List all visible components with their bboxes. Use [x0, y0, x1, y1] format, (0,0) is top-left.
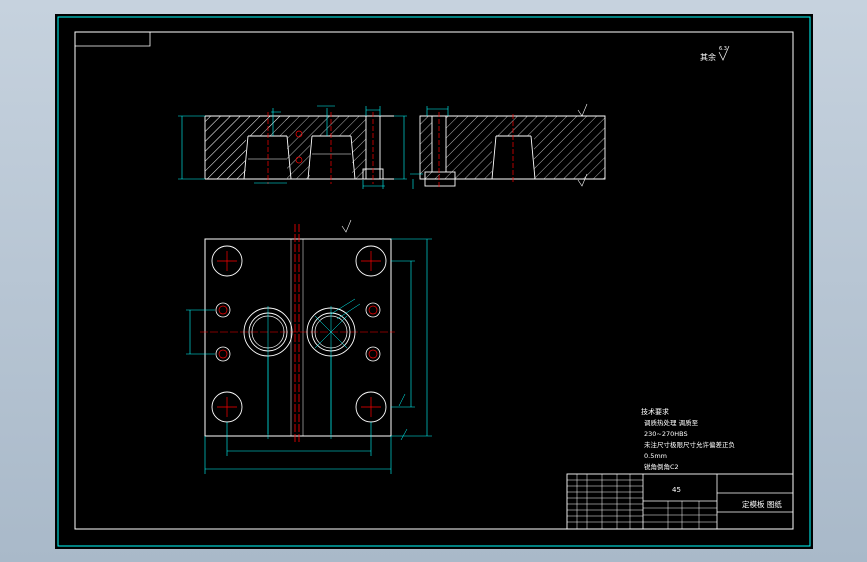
drawing-canvas: 其余 6.3 技术要求 调质热处理 调质至 230~270HBS 未注尺寸极限尺… — [57, 16, 811, 547]
screw-hole-1 — [215, 302, 231, 318]
tech-req-line-2: 230~270HBS — [644, 430, 688, 438]
guide-hole-tr — [355, 245, 387, 277]
plan-view — [186, 219, 432, 474]
tech-req-line-1: 调质热处理 调质至 — [644, 418, 699, 427]
tech-req-line-4: 0.5mm — [644, 452, 667, 460]
title-block-material: 45 — [672, 486, 681, 494]
screw-hole-3 — [365, 302, 381, 318]
technical-requirements: 技术要求 调质热处理 调质至 230~270HBS 未注尺寸极限尺寸允许偏差正负… — [641, 407, 735, 471]
tech-req-title: 技术要求 — [641, 407, 669, 416]
guide-hole-bl — [211, 391, 243, 423]
screw-hole-4 — [365, 346, 381, 362]
guide-hole-br — [355, 391, 387, 423]
drawing-sheet[interactable]: 其余 6.3 技术要求 调质热处理 调质至 230~270HBS 未注尺寸极限尺… — [55, 14, 813, 549]
roughness-note: 其余 6.3 — [700, 45, 730, 62]
roughness-note-value: 6.3 — [719, 46, 727, 52]
title-block-part-name: 定模板 图纸 — [742, 499, 782, 509]
tech-req-line-3: 未注尺寸极限尺寸允许偏差正负 — [644, 440, 735, 449]
section-view-left — [178, 105, 407, 189]
section-view-right — [410, 103, 606, 189]
cad-viewer: 其余 6.3 技术要求 调质热处理 调质至 230~270HBS 未注尺寸极限尺… — [0, 0, 867, 562]
screw-hole-2 — [215, 346, 231, 362]
roughness-note-label: 其余 — [700, 52, 716, 62]
tech-req-line-5: 锐角倒角C2 — [644, 462, 679, 471]
title-block: 45 定模板 图纸 — [566, 473, 794, 530]
sheet-border — [57, 16, 811, 547]
guide-hole-tl — [211, 245, 243, 277]
